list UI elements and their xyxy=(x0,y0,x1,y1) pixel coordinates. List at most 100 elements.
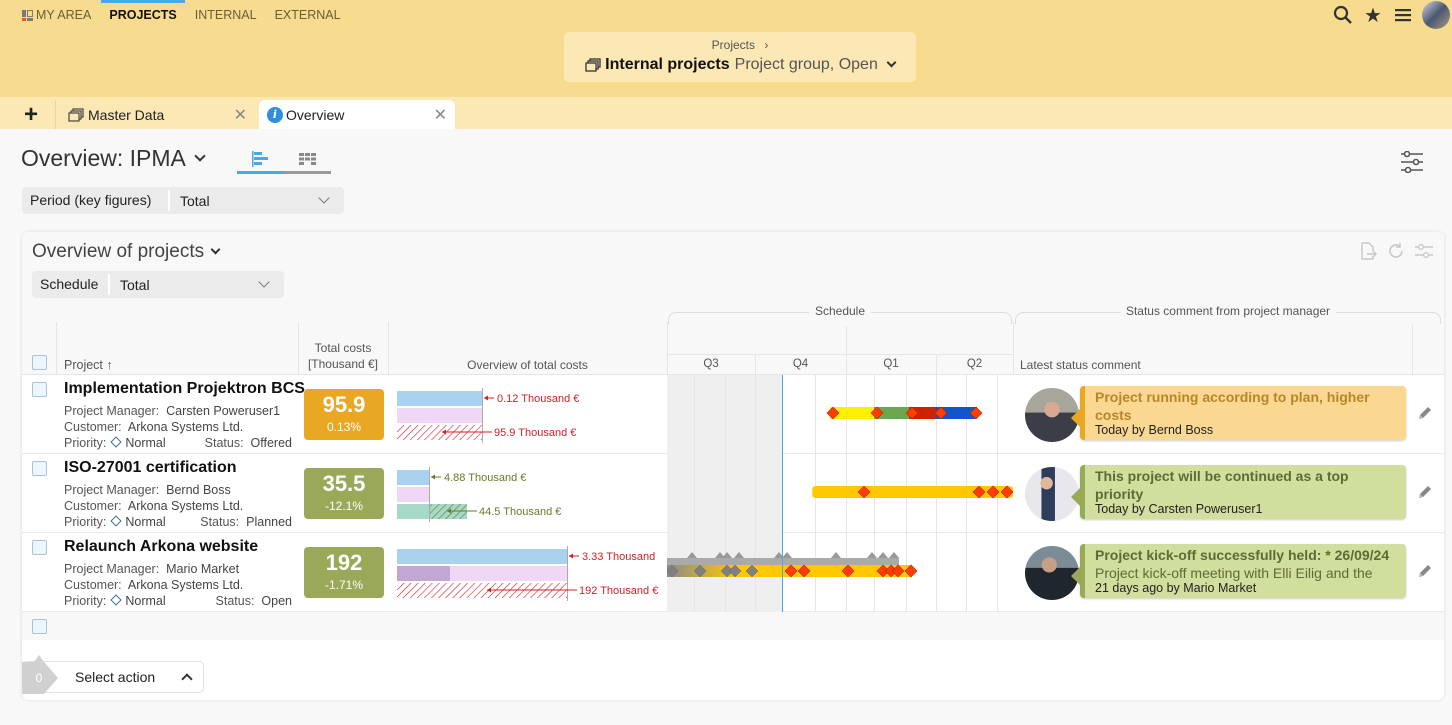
bubble-tail xyxy=(1071,487,1081,507)
table-header: Project ↑ Total costs [Thousand €] Overvi… xyxy=(22,304,1444,375)
project-row[interactable]: Relaunch Arkona website Project Manager:… xyxy=(22,533,1444,612)
period-label: Period (key figures) xyxy=(22,190,170,211)
settings-icon[interactable] xyxy=(1410,240,1438,262)
project-status: Status: Planned xyxy=(200,515,292,529)
nav-external[interactable]: EXTERNAL xyxy=(275,0,341,30)
footer-checkbox[interactable] xyxy=(32,619,47,634)
grid-view-tab[interactable] xyxy=(284,147,331,174)
grid-view-icon xyxy=(298,153,316,165)
chevron-down-icon xyxy=(210,244,221,254)
comment-meta: 21 days ago by Mario Market xyxy=(1095,581,1257,595)
page-title[interactable]: Overview: IPMA xyxy=(21,145,206,172)
status-comment: This project will be continued as a top … xyxy=(1025,465,1407,522)
total-costs-kpi: 95.9 0.13% xyxy=(304,389,384,440)
project-status: Status: Open xyxy=(215,594,292,608)
cost-bar-planned xyxy=(397,487,429,502)
tab-master-data[interactable]: Master Data ✕ xyxy=(55,100,255,129)
cost-bar-budget xyxy=(397,470,429,485)
chevron-down-icon xyxy=(886,57,897,68)
total-costs-kpi: 192 -1.71% xyxy=(304,547,384,598)
export-icon[interactable] xyxy=(1354,240,1382,262)
comment-bubble[interactable]: This project will be continued as a top … xyxy=(1071,465,1406,519)
cost-deviation: -12.1% xyxy=(324,499,364,513)
quarter-label: Q1 xyxy=(883,358,899,370)
selected-count-badge: 0 xyxy=(22,655,58,694)
user-avatar[interactable] xyxy=(1422,1,1450,29)
refresh-icon[interactable] xyxy=(1382,240,1410,262)
gantt-svg xyxy=(667,454,1013,533)
cost-bars: 4.88 Thousand € 44.5 Thousand € xyxy=(397,467,561,522)
schedule-select[interactable]: Schedule Total xyxy=(32,271,284,298)
column-latest-status[interactable]: Latest status comment xyxy=(1020,358,1141,372)
project-customer: Customer: Arkona Systems Ltd. xyxy=(64,499,244,513)
cost-label-bottom: 95.9 Thousand € xyxy=(494,427,576,439)
edit-pencil-icon[interactable] xyxy=(1417,484,1433,500)
gantt-svg xyxy=(667,375,998,454)
cost-arrowhead xyxy=(569,553,573,559)
breadcrumb-title: Internal projects xyxy=(605,56,730,73)
comment-meta: Today by Bernd Boss xyxy=(1095,423,1214,437)
quarter-label: Q2 xyxy=(966,358,983,370)
comment-bubble[interactable]: Project running according to plan, highe… xyxy=(1071,386,1406,440)
column-overview-costs[interactable]: Overview of total costs xyxy=(388,358,667,372)
gantt-view-tab[interactable] xyxy=(237,147,284,174)
baseline-milestone xyxy=(878,552,888,558)
cost-arrowhead xyxy=(431,474,435,480)
nav-internal[interactable]: INTERNAL xyxy=(195,0,257,30)
comment-title: This project will be continued as a top … xyxy=(1095,468,1349,502)
nav-label: MY AREA xyxy=(36,8,92,22)
bubble-tail xyxy=(1071,566,1081,586)
project-name[interactable]: Implementation Projektron BCS xyxy=(64,380,305,398)
cost-bars: 0.12 Thousand € 95.9 Thousand € xyxy=(397,388,579,443)
chevron-down-icon xyxy=(258,276,270,288)
select-action-label: Select action xyxy=(75,669,156,685)
close-icon[interactable]: ✕ xyxy=(434,105,447,125)
column-project[interactable]: Project ↑ xyxy=(64,358,113,372)
row-checkbox[interactable] xyxy=(32,540,47,555)
tab-overview[interactable]: i Overview ✕ xyxy=(259,100,455,129)
breadcrumb: Projects › Internal projects Project gro… xyxy=(564,32,916,82)
group-label: Schedule xyxy=(808,304,872,318)
edit-pencil-icon[interactable] xyxy=(1417,405,1433,421)
schedule-value: Total xyxy=(120,276,150,293)
card-title[interactable]: Overview of projects xyxy=(32,241,221,263)
project-row[interactable]: ISO-27001 certification Project Manager:… xyxy=(22,454,1444,533)
menu-icon[interactable] xyxy=(1388,0,1418,30)
project-manager: Project Manager: Bernd Boss xyxy=(64,483,231,497)
period-select[interactable]: Period (key figures) Total xyxy=(22,187,344,214)
project-name[interactable]: ISO-27001 certification xyxy=(64,459,237,477)
project-name[interactable]: Relaunch Arkona website xyxy=(64,538,258,556)
breadcrumb-parent[interactable]: Projects › xyxy=(564,38,916,52)
add-tab-button[interactable]: + xyxy=(20,101,42,129)
top-bar: MY AREA PROJECTS INTERNAL EXTERNAL ★ Pro… xyxy=(0,0,1452,100)
project-row[interactable]: Implementation Projektron BCS Project Ma… xyxy=(22,375,1444,454)
comment-bubble[interactable]: Project kick-off successfully held: * 26… xyxy=(1071,544,1406,598)
edit-pencil-icon[interactable] xyxy=(1417,563,1433,579)
nav-label: EXTERNAL xyxy=(274,8,341,22)
column-total-costs[interactable]: Total costs [Thousand €] xyxy=(298,340,388,372)
comment-meta: Today by Carsten Poweruser1 xyxy=(1095,502,1263,516)
select-all-checkbox[interactable] xyxy=(32,355,47,370)
baseline-milestone xyxy=(867,552,877,558)
cost-arrowhead xyxy=(484,395,488,401)
cost-overview-chart: 0.12 Thousand € 95.9 Thousand € xyxy=(397,375,667,454)
project-group-icon xyxy=(68,107,84,122)
close-icon[interactable]: ✕ xyxy=(234,105,247,125)
project-customer: Customer: Arkona Systems Ltd. xyxy=(64,578,244,592)
nav-my-area[interactable]: MY AREA xyxy=(22,0,91,30)
table-footer-row xyxy=(22,612,1444,640)
nav-projects[interactable]: PROJECTS xyxy=(101,0,186,30)
search-icon[interactable] xyxy=(1328,0,1358,30)
row-checkbox[interactable] xyxy=(32,382,47,397)
breadcrumb-current[interactable]: Internal projects Project group, Open xyxy=(564,56,916,74)
quarter-label: Q3 xyxy=(703,358,719,370)
cost-deviation: -1.71% xyxy=(324,578,364,592)
row-checkbox[interactable] xyxy=(32,461,47,476)
filter-settings-button[interactable] xyxy=(1400,150,1424,174)
baseline-milestone xyxy=(782,552,792,558)
select-action-dropdown[interactable]: 0 Select action xyxy=(22,655,204,694)
schedule-gantt xyxy=(667,375,1013,454)
total-costs-value: 95.9 xyxy=(322,392,366,417)
star-icon[interactable]: ★ xyxy=(1358,0,1388,30)
card-title-text: Overview of projects xyxy=(32,241,205,262)
